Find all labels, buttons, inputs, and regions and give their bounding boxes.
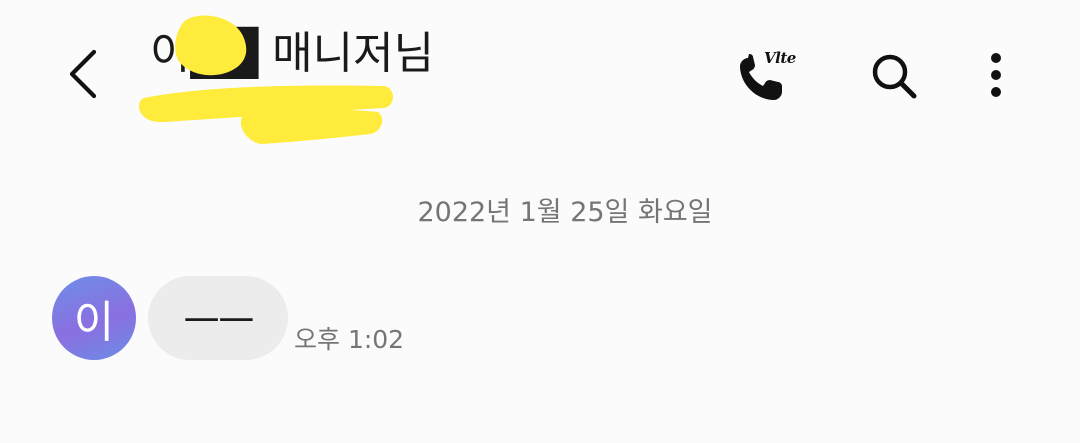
message-timestamp: 오후 1:02 — [294, 325, 405, 354]
chat-screen: 이██ 매니저님 Vlte 2022년 1월 25일 화요일 이 ㅡㅡ 오후 1… — [0, 0, 1080, 443]
message-bubble[interactable]: ㅡㅡ — [148, 276, 288, 360]
more-options-button[interactable] — [978, 48, 1014, 104]
chevron-left-icon — [69, 49, 97, 99]
date-divider: 2022년 1월 25일 화요일 — [417, 197, 713, 228]
more-vertical-icon — [991, 53, 1001, 97]
contact-name-title[interactable]: 이██ 매니저님 — [150, 26, 434, 82]
avatar[interactable]: 이 — [52, 276, 136, 360]
back-button[interactable] — [52, 44, 112, 104]
volte-label: Vlte — [764, 49, 796, 67]
search-button[interactable] — [866, 48, 922, 104]
search-icon — [872, 54, 917, 99]
